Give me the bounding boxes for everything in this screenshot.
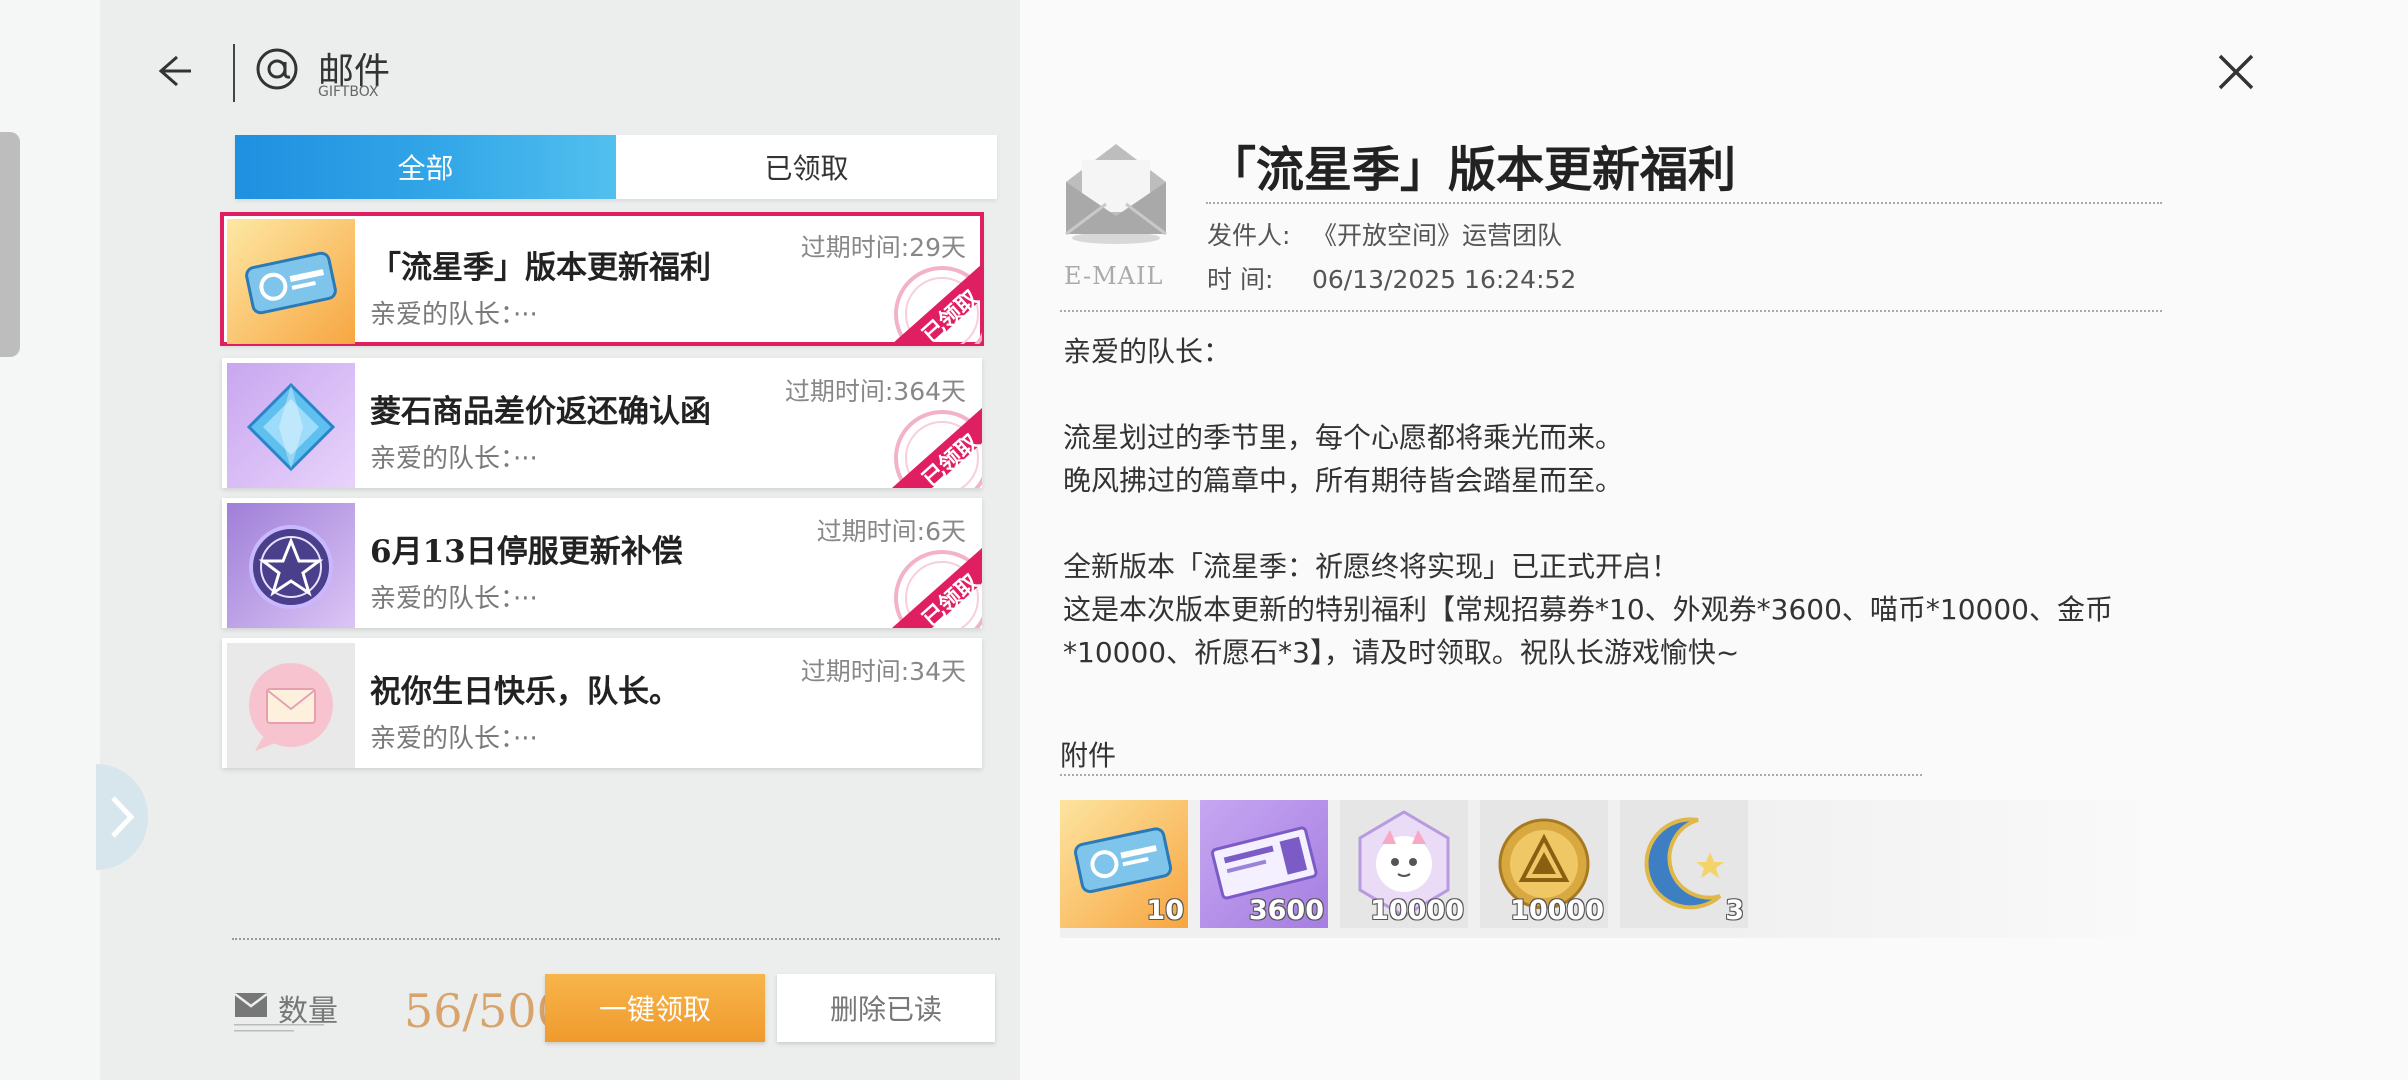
attachments-label: 附件: [1060, 739, 1117, 772]
mail-preview: 亲爱的队长：···: [370, 300, 538, 330]
attachment-item[interactable]: 10: [1060, 800, 1188, 928]
open-envelope-icon: [1065, 144, 1167, 244]
mail-list-item[interactable]: 「流星季」版本更新福利 亲爱的队长：··· 过期时间:29天 已领取: [220, 212, 984, 346]
close-button[interactable]: [2210, 46, 2262, 98]
sender-value: 《开放空间》运营团队: [1312, 221, 1563, 250]
claimed-stamp: 已领取: [892, 264, 982, 344]
body-greeting: 亲爱的队长：: [1063, 335, 1232, 368]
attachment-qty: 3600: [1248, 895, 1324, 926]
mail-title: 6月13日停服更新补偿: [370, 534, 683, 570]
email-label: E-MAIL: [1064, 262, 1164, 290]
attachment-item[interactable]: 10000: [1340, 800, 1468, 928]
page-subtitle: GIFTBOX: [318, 84, 379, 100]
diamond-icon: [227, 363, 355, 488]
claimed-stamp: 已领取: [892, 408, 982, 488]
claim-all-button[interactable]: 一键领取: [545, 974, 765, 1042]
attachment-qty: 10000: [1370, 895, 1464, 926]
time-row: 时 间: 06/13/2025 16:24:52: [1207, 260, 1576, 296]
envelope-icon: [234, 993, 268, 1017]
tab-all[interactable]: 全部: [235, 135, 616, 199]
attachment-qty: 10000: [1510, 895, 1604, 926]
letter-bubble-icon: [227, 643, 355, 768]
delete-read-button[interactable]: 删除已读: [777, 974, 995, 1042]
at-icon: [252, 44, 302, 94]
mail-expire: 过期时间:34天: [800, 657, 966, 686]
back-arrow-icon: [158, 55, 191, 87]
decorative-lines: [234, 1024, 324, 1032]
mail-preview: 亲爱的队长：···: [370, 584, 538, 614]
mail-count-value: 56/500: [404, 984, 546, 1036]
title-divider: [1206, 202, 2162, 204]
back-button[interactable]: [150, 46, 200, 96]
body-line: 流星划过的季节里，每个心愿都将乘光而来。: [1063, 421, 1624, 454]
mail-detail-title: 「流星季」版本更新福利: [1208, 142, 1737, 198]
mail-list-item[interactable]: 菱石商品差价返还确认函 亲爱的队长：··· 过期时间:364天 已领取: [222, 358, 982, 488]
mail-list-item[interactable]: 6月13日停服更新补偿 亲爱的队长：··· 过期时间:6天 已领取: [222, 498, 982, 628]
mail-body: 亲爱的队长： 流星划过的季节里，每个心愿都将乘光而来。 晚风拂过的篇章中，所有期…: [1063, 330, 2173, 674]
ticket-icon: [227, 219, 355, 344]
pentagram-coin-icon: [227, 503, 355, 628]
mail-preview: 亲爱的队长：···: [370, 444, 538, 474]
sender-row: 发件人: 《开放空间》运营团队: [1207, 216, 1562, 252]
chevron-right-icon: [111, 796, 135, 838]
mail-title: 菱石商品差价返还确认函: [370, 394, 711, 430]
time-value: 06/13/2025 16:24:52: [1312, 265, 1577, 294]
attachment-item[interactable]: 10000: [1480, 800, 1608, 928]
meta-divider: [1060, 310, 2162, 312]
list-divider: [232, 938, 1000, 940]
claimed-stamp: 已领取: [892, 548, 982, 628]
attachment-item[interactable]: 3: [1620, 800, 1748, 928]
mail-title: 「流星季」版本更新福利: [370, 250, 711, 286]
body-line: 全新版本「流星季：祈愿终将实现」已正式开启！: [1063, 550, 1680, 583]
header-separator: [233, 44, 235, 102]
attachments-divider: [1060, 774, 1922, 776]
mail-title: 祝你生日快乐，队长。: [370, 674, 680, 710]
tab-claimed[interactable]: 已领取: [616, 135, 997, 199]
attachment-qty: 10: [1146, 895, 1184, 926]
mail-preview: 亲爱的队长：···: [370, 724, 538, 754]
close-icon: [2218, 54, 2254, 90]
sender-label: 发件人:: [1207, 221, 1291, 250]
body-line: 晚风拂过的篇章中，所有期待皆会踏星而至。: [1063, 464, 1624, 497]
mail-list-item[interactable]: 祝你生日快乐，队长。 亲爱的队长：··· 过期时间:34天: [222, 638, 982, 768]
side-drawer-tab[interactable]: [0, 132, 20, 357]
attachment-item[interactable]: 3600: [1200, 800, 1328, 928]
body-line: *10000、祈愿石*3】，请及时领取。祝队长游戏愉快~: [1063, 636, 1740, 669]
mail-filter-tabs: 全部 已领取: [235, 135, 997, 199]
attachment-qty: 3: [1725, 895, 1744, 926]
body-line: 这是本次版本更新的特别福利【常规招募券*10、外观券*3600、喵币*10000…: [1063, 593, 2113, 626]
time-label: 时 间:: [1207, 265, 1274, 294]
